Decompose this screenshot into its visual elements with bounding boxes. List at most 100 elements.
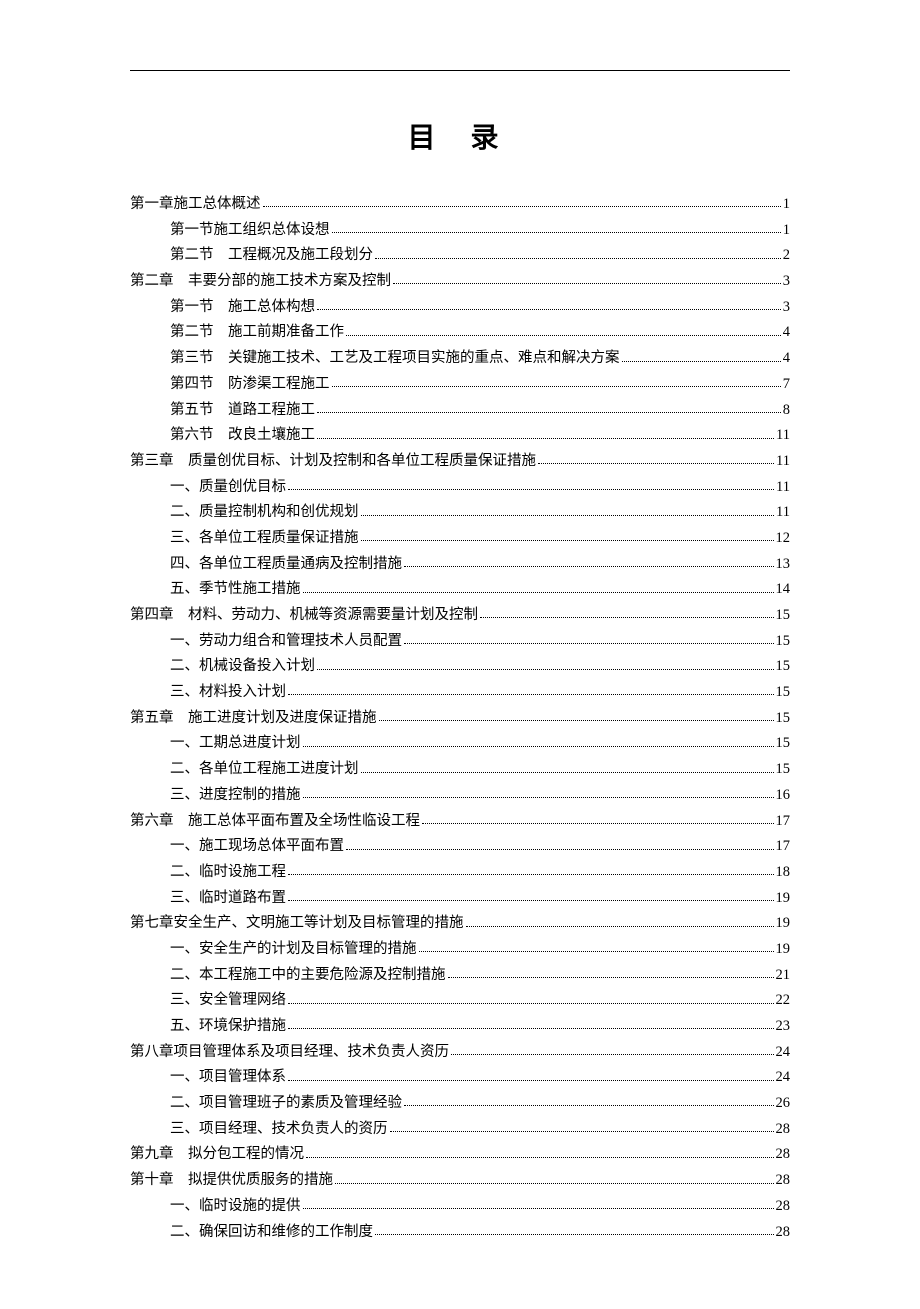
toc-entry[interactable]: 三、材料投入计划15 xyxy=(130,684,790,701)
toc-entry[interactable]: 一、质量创优目标11 xyxy=(130,479,790,496)
toc-entry[interactable]: 第二节 工程概况及施工段划分2 xyxy=(130,247,790,264)
toc-entry[interactable]: 二、各单位工程施工进度计划15 xyxy=(130,761,790,778)
toc-entry-label: 第九章 拟分包工程的情况 xyxy=(130,1146,304,1163)
toc-entry-page: 15 xyxy=(776,633,791,650)
toc-entry[interactable]: 一、劳动力组合和管理技术人员配置 15 xyxy=(130,633,790,650)
toc-entry-label: 一、劳动力组合和管理技术人员配置 xyxy=(170,633,402,650)
table-of-contents: 第一章施工总体概述1 第一节施工组织总体设想1 第二节 工程概况及施工段划分2 第二章… xyxy=(130,196,790,1241)
toc-leader-dots xyxy=(346,849,774,850)
toc-entry[interactable]: 第四章 材料、劳动力、机械等资源需要量计划及控制 15 xyxy=(130,607,790,624)
toc-leader-dots xyxy=(288,874,774,875)
toc-leader-dots xyxy=(622,361,781,362)
toc-entry[interactable]: 第二节 施工前期准备工作4 xyxy=(130,324,790,341)
toc-entry-page: 15 xyxy=(776,710,791,727)
toc-leader-dots xyxy=(361,515,775,516)
toc-leader-dots xyxy=(332,232,781,233)
toc-entry[interactable]: 第八章项目管理体系及项目经理、技术负责人资历24 xyxy=(130,1044,790,1061)
toc-leader-dots xyxy=(332,386,781,387)
toc-entry-page: 28 xyxy=(776,1121,791,1138)
toc-entry[interactable]: 一、施工现场总体平面布置17 xyxy=(130,838,790,855)
toc-entry[interactable]: 一、安全生产的计划及目标管理的措施19 xyxy=(130,941,790,958)
toc-entry[interactable]: 二、确保回访和维修的工作制度28 xyxy=(130,1224,790,1241)
toc-entry[interactable]: 第四节 防渗渠工程施工7 xyxy=(130,376,790,393)
toc-entry-label: 三、安全管理网络 xyxy=(170,992,286,1009)
toc-entry[interactable]: 二、本工程施工中的主要危险源及控制措施21 xyxy=(130,967,790,984)
toc-entry[interactable]: 第一节施工组织总体设想1 xyxy=(130,222,790,239)
toc-leader-dots xyxy=(451,1054,774,1055)
toc-entry[interactable]: 三、临时道路布置19 xyxy=(130,890,790,907)
toc-entry[interactable]: 三、项目经理、技术负责人的资历 28 xyxy=(130,1121,790,1138)
toc-leader-dots xyxy=(448,977,774,978)
toc-entry-page: 3 xyxy=(783,273,790,290)
toc-entry-label: 一、临时设施的提供 xyxy=(170,1198,301,1215)
toc-leader-dots xyxy=(393,283,781,284)
toc-entry-label: 三、临时道路布置 xyxy=(170,890,286,907)
toc-entry[interactable]: 第一章施工总体概述1 xyxy=(130,196,790,213)
toc-leader-dots xyxy=(317,412,781,413)
toc-entry-page: 28 xyxy=(776,1224,791,1241)
toc-leader-dots xyxy=(335,1183,774,1184)
toc-entry[interactable]: 三、进度控制的措施16 xyxy=(130,787,790,804)
toc-entry[interactable]: 第五章 施工进度计划及进度保证措施 15 xyxy=(130,710,790,727)
toc-leader-dots xyxy=(303,797,774,798)
toc-entry-label: 一、项目管理体系 xyxy=(170,1069,286,1086)
toc-entry[interactable]: 三、安全管理网络22 xyxy=(130,992,790,1009)
toc-entry[interactable]: 四、各单位工程质量通病及控制措施13 xyxy=(130,556,790,573)
toc-entry-page: 15 xyxy=(776,607,791,624)
toc-entry[interactable]: 第九章 拟分包工程的情况28 xyxy=(130,1146,790,1163)
toc-entry-label: 二、机械设备投入计划 xyxy=(170,658,315,675)
toc-entry[interactable]: 二、质量控制机构和创优规划11 xyxy=(130,504,790,521)
toc-entry-page: 28 xyxy=(776,1172,791,1189)
toc-leader-dots xyxy=(288,1003,774,1004)
toc-entry[interactable]: 第六章 施工总体平面布置及全场性临设工程17 xyxy=(130,813,790,830)
toc-entry[interactable]: 一、工期总进度计划15 xyxy=(130,735,790,752)
toc-leader-dots xyxy=(303,592,774,593)
toc-entry[interactable]: 第五节 道路工程施工8 xyxy=(130,402,790,419)
toc-leader-dots xyxy=(288,489,774,490)
toc-entry[interactable]: 第六节 改良土壤施工11 xyxy=(130,427,790,444)
toc-entry[interactable]: 第一节 施工总体构想3 xyxy=(130,299,790,316)
toc-entry-page: 8 xyxy=(783,402,790,419)
toc-entry[interactable]: 三、各单位工程质量保证措施12 xyxy=(130,530,790,547)
toc-entry[interactable]: 一、临时设施的提供 28 xyxy=(130,1198,790,1215)
toc-entry-label: 第七章安全生产、文明施工等计划及目标管理的措施 xyxy=(130,915,464,932)
toc-leader-dots xyxy=(480,617,774,618)
toc-entry-page: 14 xyxy=(776,581,791,598)
toc-entry-page: 24 xyxy=(776,1044,791,1061)
toc-entry[interactable]: 第二章 丰要分部的施工技术方案及控制3 xyxy=(130,273,790,290)
toc-leader-dots xyxy=(288,694,774,695)
toc-entry[interactable]: 五、季节性施工措施14 xyxy=(130,581,790,598)
toc-leader-dots xyxy=(379,720,774,721)
toc-entry[interactable]: 二、临时设施工程18 xyxy=(130,864,790,881)
toc-entry-label: 第五章 施工进度计划及进度保证措施 xyxy=(130,710,377,727)
toc-entry-label: 三、项目经理、技术负责人的资历 xyxy=(170,1121,388,1138)
toc-entry[interactable]: 第三章 质量创优目标、计划及控制和各单位工程质量保证措施11 xyxy=(130,453,790,470)
toc-entry-page: 26 xyxy=(776,1095,791,1112)
document-page: 目 录 第一章施工总体概述1第一节施工组织总体设想1第二节 工程概况及施工段划分… xyxy=(0,70,920,1241)
toc-entry[interactable]: 一、项目管理体系 24 xyxy=(130,1069,790,1086)
toc-entry[interactable]: 二、项目管理班子的素质及管理经验26 xyxy=(130,1095,790,1112)
toc-leader-dots xyxy=(375,258,781,259)
toc-entry-page: 2 xyxy=(783,247,790,264)
toc-entry[interactable]: 第七章安全生产、文明施工等计划及目标管理的措施19 xyxy=(130,915,790,932)
toc-entry[interactable]: 五、环境保护措施23 xyxy=(130,1018,790,1035)
toc-entry-label: 二、临时设施工程 xyxy=(170,864,286,881)
toc-leader-dots xyxy=(404,643,774,644)
toc-entry[interactable]: 第三节 关键施工技术、工艺及工程项目实施的重点、难点和解决方案4 xyxy=(130,350,790,367)
toc-leader-dots xyxy=(466,926,774,927)
toc-entry-label: 二、质量控制机构和创优规划 xyxy=(170,504,359,521)
toc-entry-page: 19 xyxy=(776,941,791,958)
toc-entry-page: 24 xyxy=(776,1069,791,1086)
toc-entry-page: 17 xyxy=(776,813,791,830)
toc-leader-dots xyxy=(303,1208,774,1209)
toc-entry-page: 11 xyxy=(776,427,790,444)
toc-entry-page: 7 xyxy=(783,376,790,393)
toc-entry[interactable]: 第十章 拟提供优质服务的措施28 xyxy=(130,1172,790,1189)
toc-entry-label: 第四章 材料、劳动力、机械等资源需要量计划及控制 xyxy=(130,607,478,624)
toc-entry-page: 28 xyxy=(776,1198,791,1215)
toc-entry-page: 12 xyxy=(776,530,791,547)
toc-leader-dots xyxy=(375,1234,774,1235)
toc-entry-page: 16 xyxy=(776,787,791,804)
toc-leader-dots xyxy=(422,823,774,824)
toc-entry[interactable]: 二、机械设备投入计划15 xyxy=(130,658,790,675)
